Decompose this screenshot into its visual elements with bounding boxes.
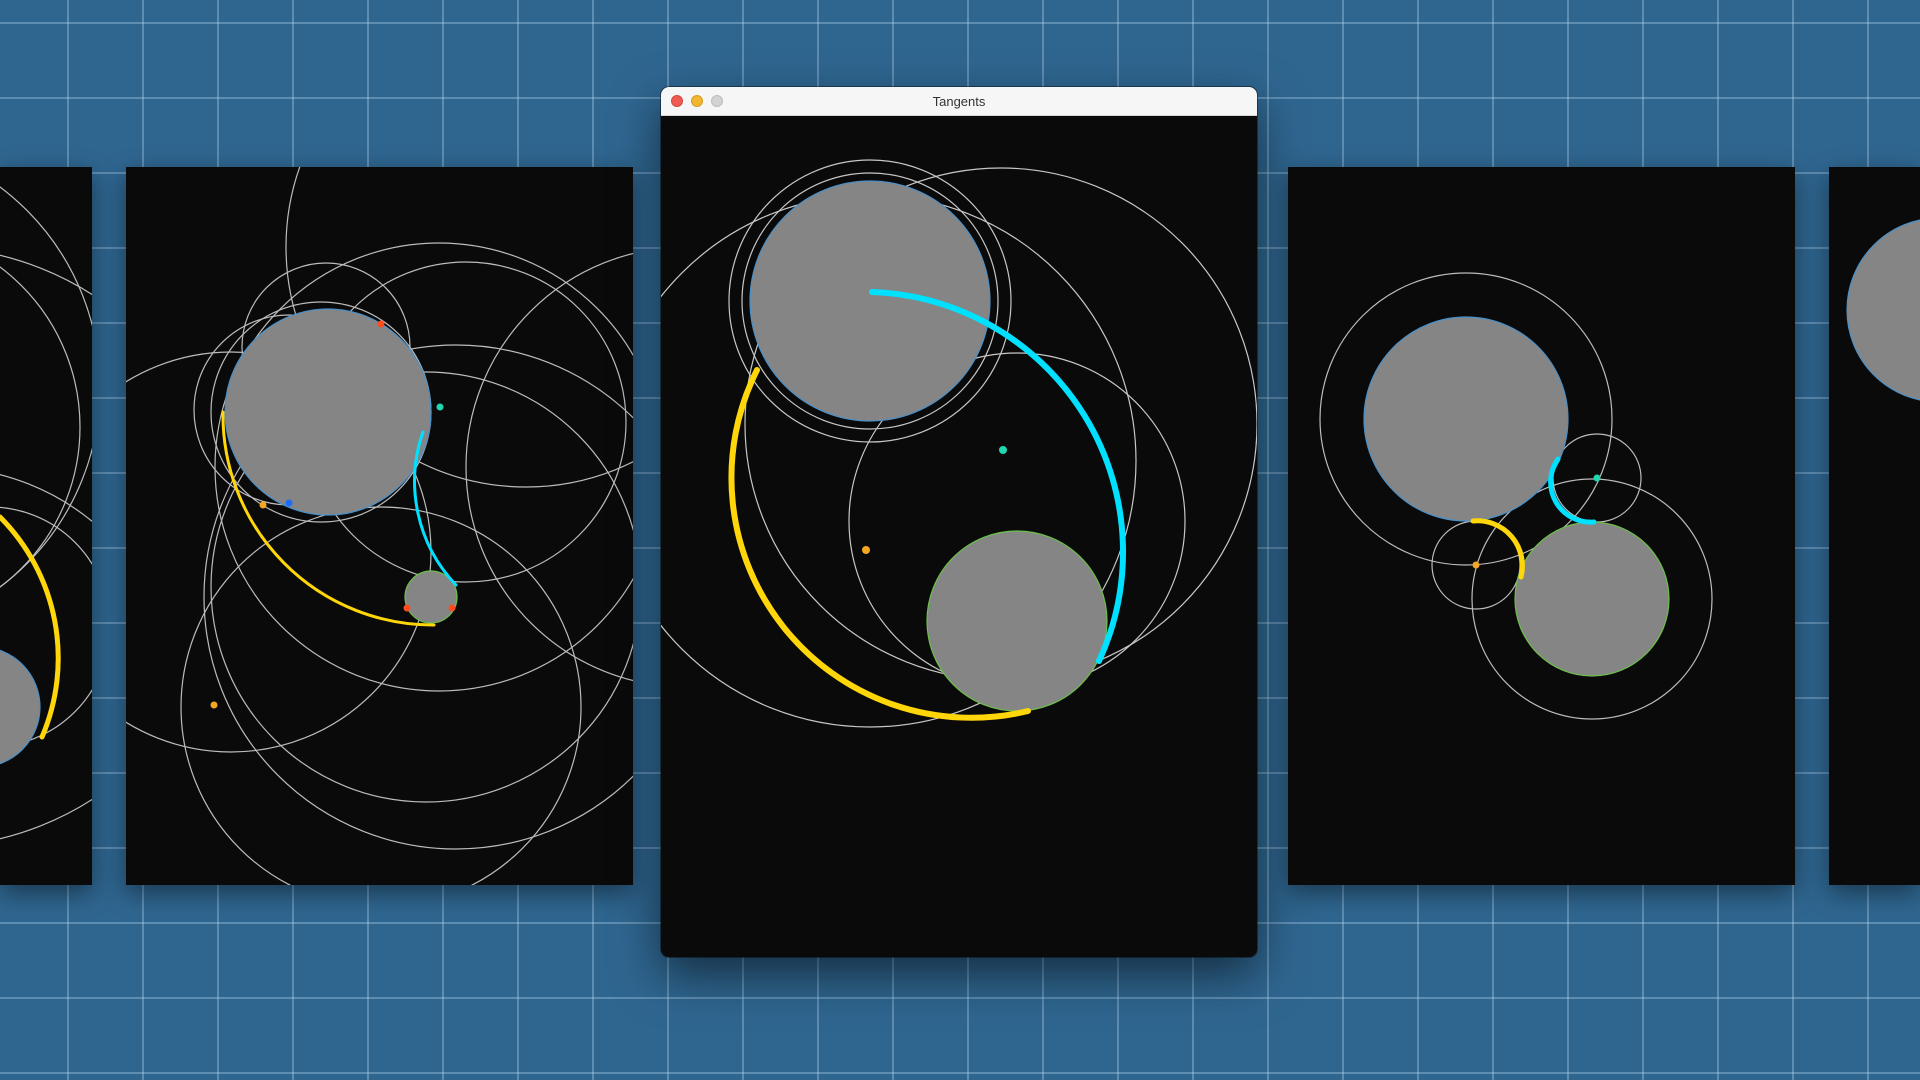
- tangent-point-orange[interactable]: [1472, 561, 1480, 569]
- far-left-preview-panel[interactable]: [0, 167, 92, 885]
- preview-circle: [1846, 219, 1920, 401]
- tangent-point-orange[interactable]: [862, 546, 870, 554]
- far-left-preview-canvas: [0, 186, 92, 840]
- far-right-preview-canvas: [1846, 219, 1920, 401]
- yellow-tangent-arc: [1470, 518, 1525, 580]
- left-preview-canvas: [126, 167, 633, 885]
- cyan-tangent-arc: [1548, 456, 1597, 525]
- circle-a[interactable]: [1363, 316, 1569, 522]
- tangent-point-teal[interactable]: [1593, 474, 1601, 482]
- left-preview-panel[interactable]: [126, 167, 633, 885]
- close-button[interactable]: [671, 95, 683, 107]
- right-preview-panel[interactable]: [1288, 167, 1795, 885]
- zoom-button[interactable]: [711, 95, 723, 107]
- right-preview-canvas: [1319, 272, 1713, 720]
- circle-a[interactable]: [224, 308, 432, 516]
- tangents-window[interactable]: Tangents: [661, 87, 1257, 957]
- preview-circle: [0, 649, 41, 765]
- minimize-button[interactable]: [691, 95, 703, 107]
- window-controls: [671, 95, 723, 107]
- circle-b[interactable]: [1514, 521, 1670, 677]
- title-bar[interactable]: Tangents: [661, 87, 1257, 116]
- far-right-preview-panel[interactable]: [1829, 167, 1920, 885]
- drawing-canvas[interactable]: [661, 116, 1257, 957]
- circle-a[interactable]: [749, 180, 991, 422]
- circle-b[interactable]: [926, 530, 1108, 712]
- tangent-point-teal[interactable]: [999, 446, 1007, 454]
- window-title: Tangents: [932, 93, 986, 109]
